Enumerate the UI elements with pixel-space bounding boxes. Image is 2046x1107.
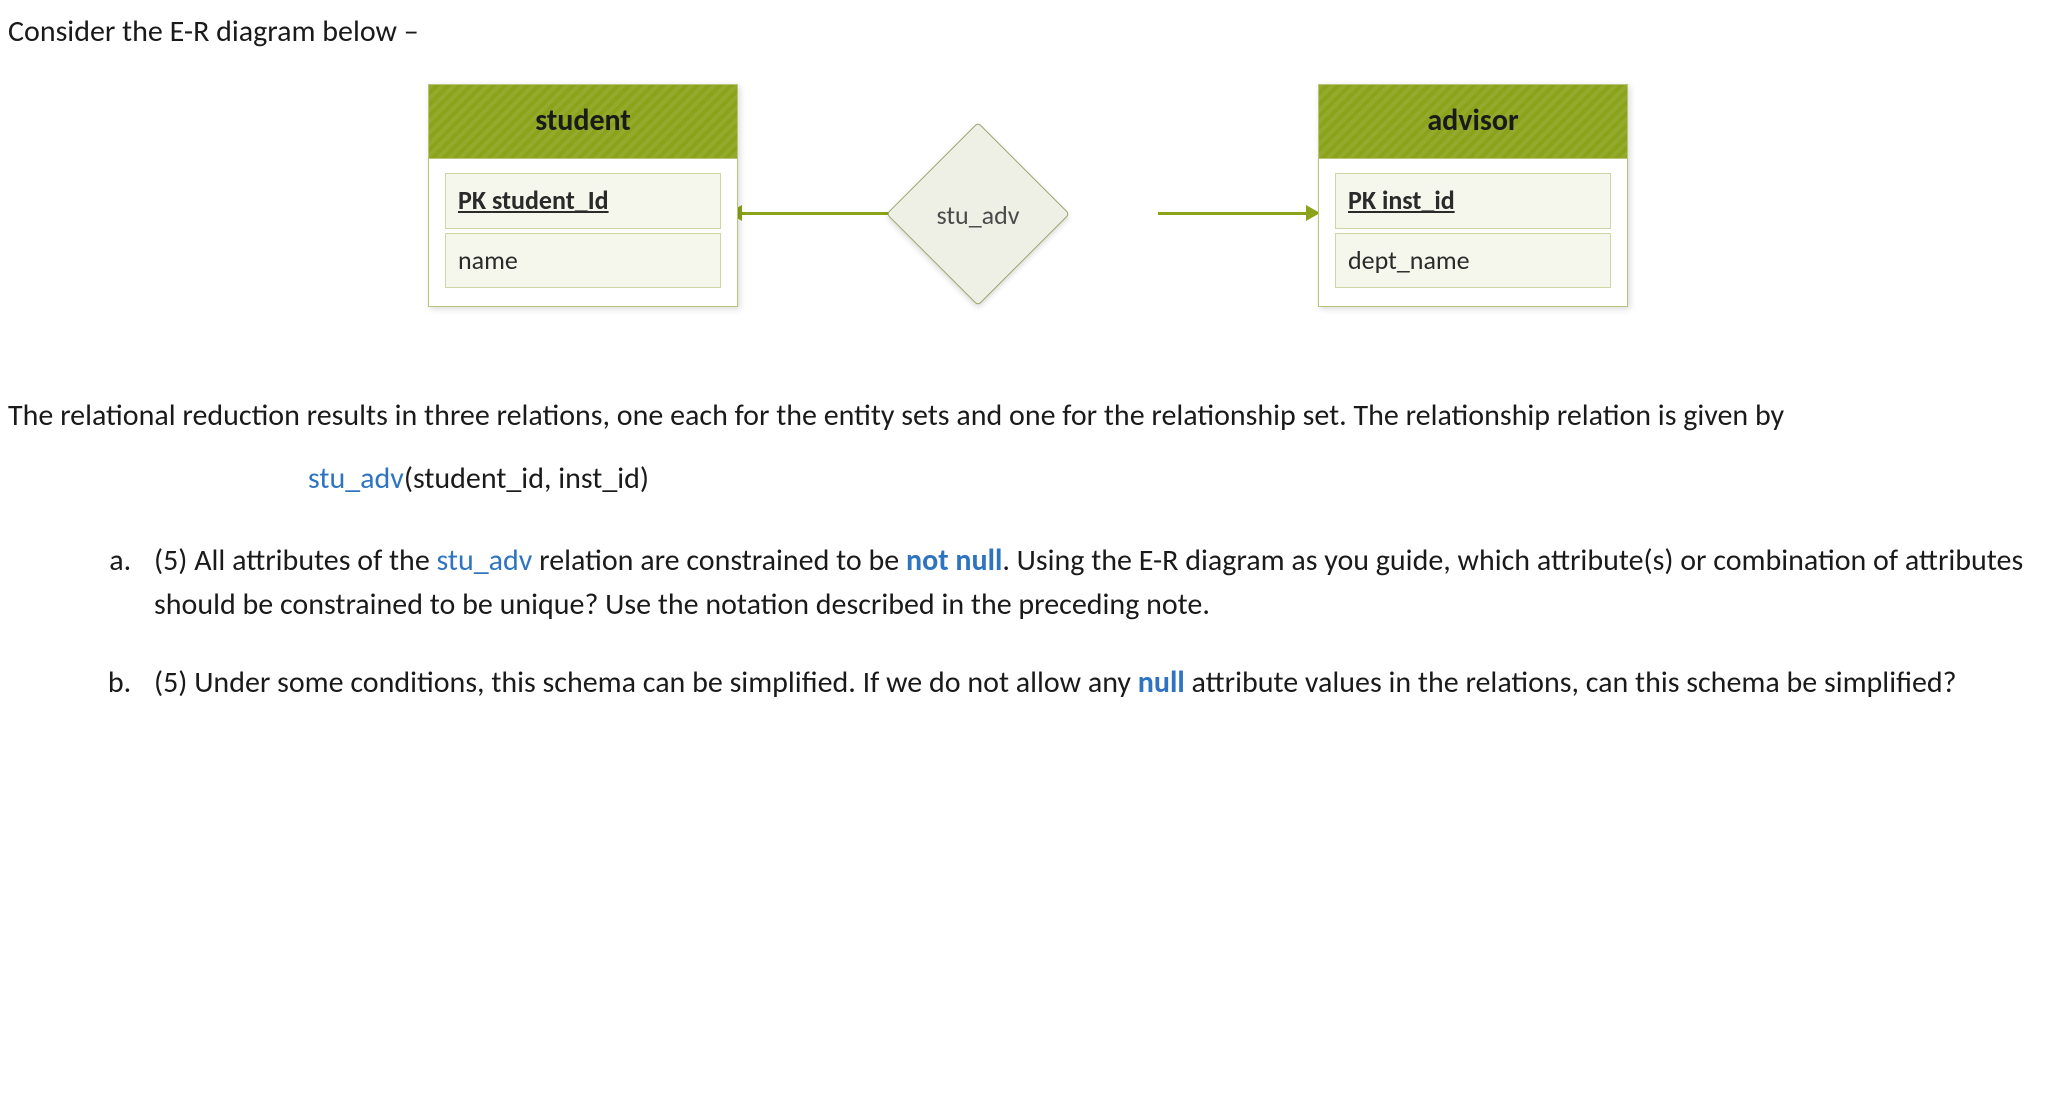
body-paragraph-1: The relational reduction results in thre… (8, 394, 2038, 438)
advisor-pk: inst_id (1382, 184, 1455, 216)
question-a: (5) All attributes of the stu_adv relati… (138, 539, 2038, 628)
qa-notnull: not null (906, 542, 1002, 579)
student-attr-row: name (445, 233, 721, 289)
qb-t2: attribute values in the relations, can t… (1185, 664, 1957, 701)
advisor-pk-row: PK inst_id (1335, 173, 1611, 229)
entity-advisor: advisor PK inst_id dept_name (1318, 84, 1628, 308)
connector-left (740, 212, 890, 215)
relation-args: (student_id, inst_id) (404, 460, 649, 497)
er-diagram-container: student PK student_Id name stu_adv advis… (8, 84, 2038, 354)
entity-advisor-title: advisor (1319, 85, 1627, 160)
entity-student-body: PK student_Id name (429, 159, 737, 306)
student-pk: student_Id (492, 184, 609, 216)
student-pk-row: PK student_Id (445, 173, 721, 229)
qb-points: (5) (154, 664, 194, 701)
intro-text: Consider the E-R diagram below – (8, 10, 2038, 54)
entity-advisor-body: PK inst_id dept_name (1319, 159, 1627, 306)
question-b: (5) Under some conditions, this schema c… (138, 661, 2038, 705)
qa-t2: relation are constrained to be (532, 542, 906, 579)
question-list: (5) All attributes of the stu_adv relati… (8, 539, 2038, 706)
relation-name: stu_adv (308, 460, 404, 497)
relation-definition: stu_adv(student_id, inst_id) (308, 457, 2038, 501)
qa-points: (5) (154, 542, 194, 579)
advisor-attr-row: dept_name (1335, 233, 1611, 289)
pk-prefix: PK (1348, 184, 1382, 216)
er-diagram: student PK student_Id name stu_adv advis… (428, 84, 1628, 354)
pk-prefix: PK (458, 184, 492, 216)
connector-right (1158, 212, 1308, 215)
entity-student: student PK student_Id name (428, 84, 738, 308)
qa-t1: All attributes of the (194, 542, 436, 579)
qb-t1: Under some conditions, this schema can b… (194, 664, 1138, 701)
qb-null: null (1138, 664, 1185, 701)
entity-student-title: student (429, 85, 737, 160)
qa-stuadv: stu_adv (437, 542, 533, 579)
relationship-label: stu_adv (908, 197, 1048, 235)
